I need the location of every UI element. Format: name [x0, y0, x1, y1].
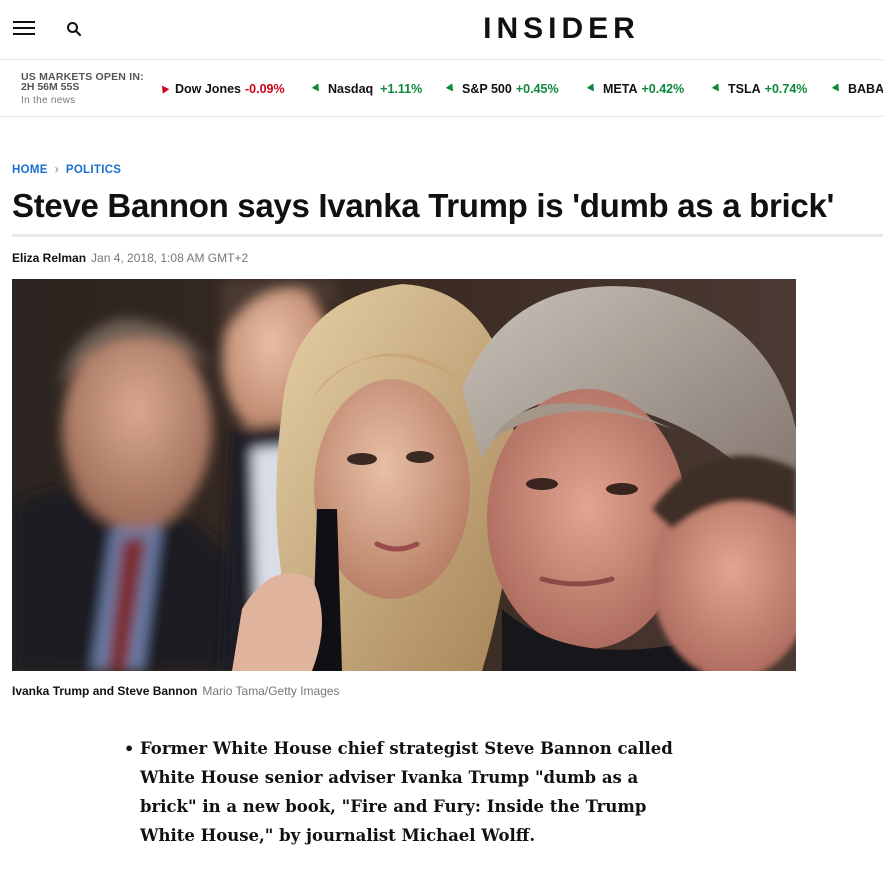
ticker-change: +0.45% — [515, 82, 559, 96]
image-caption: Ivanka Trump and Steve Bannon Mario Tama/… — [12, 684, 340, 698]
ticker-meta[interactable]: META +0.42% — [586, 82, 685, 96]
ticker-dow-jones[interactable]: Dow Jones -0.09% — [158, 82, 285, 96]
article-title: Steve Bannon says Ivanka Trump is 'dumb … — [12, 187, 835, 224]
ticker-baba[interactable]: BABA — [831, 82, 883, 96]
hero-image — [12, 279, 796, 671]
arrow-up-icon — [445, 83, 457, 94]
ticker-nasdaq[interactable]: Nasdaq +1.11% — [311, 82, 423, 96]
arrow-up-icon — [711, 83, 723, 94]
top-nav: INSIDER — [0, 0, 883, 60]
breadcrumb-politics-link[interactable]: POLITICS — [66, 164, 121, 176]
byline: Eliza Relman Jan 4, 2018, 1:08 AM GMT+2 — [12, 251, 248, 265]
ticker-sp500[interactable]: S&P 500 +0.45% — [445, 82, 559, 96]
author-link[interactable]: Eliza Relman — [12, 251, 86, 265]
in-the-news-label: In the news — [21, 95, 76, 106]
arrow-down-icon — [158, 83, 170, 94]
ticker-name: TSLA — [728, 82, 761, 96]
ticker-name: Dow Jones — [175, 82, 241, 96]
ticker-change: +1.11% — [380, 82, 423, 96]
ticker-name: S&P 500 — [462, 82, 512, 96]
markets-countdown: 2H 56M 55S — [21, 81, 80, 93]
ticker-name: Nasdaq — [328, 82, 374, 96]
breadcrumb-home-link[interactable]: HOME — [12, 164, 48, 176]
image-credit: Mario Tama/Getty Images — [202, 684, 340, 698]
publish-date: Jan 4, 2018, 1:08 AM GMT+2 — [91, 251, 249, 265]
ticker-change: -0.09% — [245, 82, 285, 96]
ticker-name: META — [603, 82, 638, 96]
markets-ticker: US MARKETS OPEN IN: 2H 56M 55S In the ne… — [0, 60, 883, 117]
arrow-up-icon — [831, 83, 843, 94]
ticker-name: BABA — [848, 82, 883, 96]
markets-status: US MARKETS OPEN IN: 2H 56M 55S In the ne… — [21, 72, 144, 106]
ticker-tsla[interactable]: TSLA +0.74% — [711, 82, 808, 96]
chevron-right-icon: › — [54, 164, 59, 176]
arrow-up-icon — [586, 83, 598, 94]
arrow-up-icon — [311, 83, 323, 94]
insider-logo[interactable]: INSIDER — [0, 12, 883, 46]
title-divider — [12, 234, 883, 237]
caption-text: Ivanka Trump and Steve Bannon — [12, 684, 198, 698]
logo-text: INSIDER — [483, 12, 640, 45]
ticker-change: +0.42% — [641, 82, 685, 96]
article-summary: Former White House chief strategist Stev… — [124, 734, 684, 850]
summary-bullet: Former White House chief strategist Stev… — [124, 734, 684, 850]
ticker-change: +0.74% — [764, 82, 808, 96]
breadcrumb: HOME › POLITICS — [12, 164, 121, 176]
